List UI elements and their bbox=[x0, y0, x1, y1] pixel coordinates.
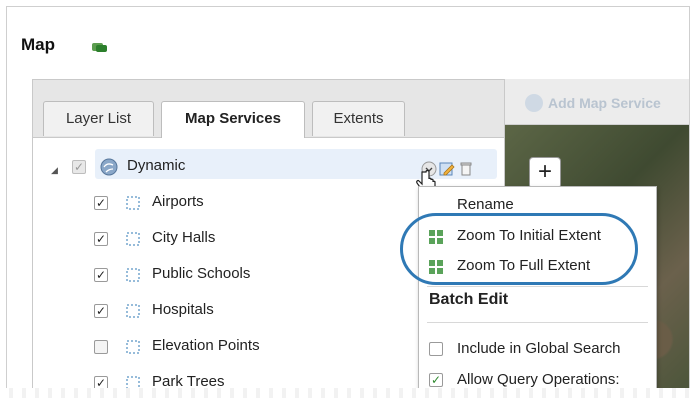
layer-checkbox[interactable]: ✓ bbox=[94, 232, 108, 246]
menu-item-label: Zoom To Full Extent bbox=[457, 257, 591, 274]
menu-item-zoom-initial-extent[interactable]: Zoom To Initial Extent bbox=[419, 221, 656, 251]
add-service-icon bbox=[525, 94, 543, 112]
menu-divider bbox=[427, 322, 648, 323]
add-map-service-button[interactable]: Add Map Service bbox=[525, 94, 661, 112]
batch-edit-heading: Batch Edit bbox=[429, 291, 509, 308]
root-checkbox[interactable]: ✓ bbox=[72, 160, 86, 174]
tab-extents[interactable]: Extents bbox=[312, 101, 405, 136]
option-label: Include in Global Search bbox=[457, 340, 621, 357]
zoom-in-button[interactable]: + bbox=[529, 157, 561, 189]
menu-item-label: Zoom To Initial Extent bbox=[457, 227, 601, 244]
layer-grid-icon bbox=[126, 196, 140, 210]
menu-item-label: Rename bbox=[457, 196, 514, 213]
layer-checkbox[interactable]: ✓ bbox=[94, 268, 108, 282]
layer-checkbox[interactable] bbox=[94, 340, 108, 354]
layer-label: Elevation Points bbox=[152, 337, 260, 354]
tab-strip: Layer List Map Services Extents bbox=[33, 80, 504, 138]
layer-label: Public Schools bbox=[152, 265, 251, 282]
option-checkbox[interactable]: ✓ bbox=[429, 373, 443, 387]
menu-item-zoom-full-extent[interactable]: Zoom To Full Extent bbox=[419, 251, 656, 281]
layer-context-menu: Rename Zoom To Initial Extent Zoom To Fu… bbox=[418, 186, 657, 393]
option-checkbox[interactable] bbox=[429, 342, 443, 356]
map-window: Map Layer List Map Services Extents ◢ ✓ … bbox=[6, 6, 690, 394]
layer-grid-icon bbox=[126, 340, 140, 354]
tree-root-label: Dynamic bbox=[127, 157, 186, 174]
layer-label: Hospitals bbox=[152, 301, 214, 318]
layer-grid-icon bbox=[126, 232, 140, 246]
menu-divider bbox=[427, 286, 648, 287]
tab-layer-list[interactable]: Layer List bbox=[43, 101, 154, 136]
zoom-extent-icon bbox=[429, 230, 443, 244]
menu-item-rename[interactable]: Rename bbox=[419, 190, 656, 220]
collapse-caret-icon[interactable]: ◢ bbox=[51, 165, 58, 176]
edit-icon[interactable] bbox=[439, 161, 455, 177]
layer-label: Airports bbox=[152, 193, 204, 210]
delete-icon[interactable] bbox=[458, 161, 474, 177]
map-toolbar: Add Map Service bbox=[505, 79, 689, 125]
option-include-global-search[interactable]: Include in Global Search bbox=[419, 334, 656, 364]
add-map-service-label: Add Map Service bbox=[548, 95, 661, 111]
tab-map-services[interactable]: Map Services bbox=[161, 101, 305, 138]
layer-grid-icon bbox=[126, 304, 140, 318]
page-title: Map bbox=[21, 35, 55, 54]
zoom-extent-icon bbox=[429, 260, 443, 274]
layer-label: City Halls bbox=[152, 229, 216, 246]
dropdown-toggle-icon[interactable] bbox=[91, 41, 109, 53]
layer-checkbox[interactable]: ✓ bbox=[94, 196, 108, 210]
torn-edge bbox=[0, 388, 694, 398]
globe-icon bbox=[100, 158, 118, 176]
layer-grid-icon bbox=[126, 268, 140, 282]
layer-checkbox[interactable]: ✓ bbox=[94, 304, 108, 318]
